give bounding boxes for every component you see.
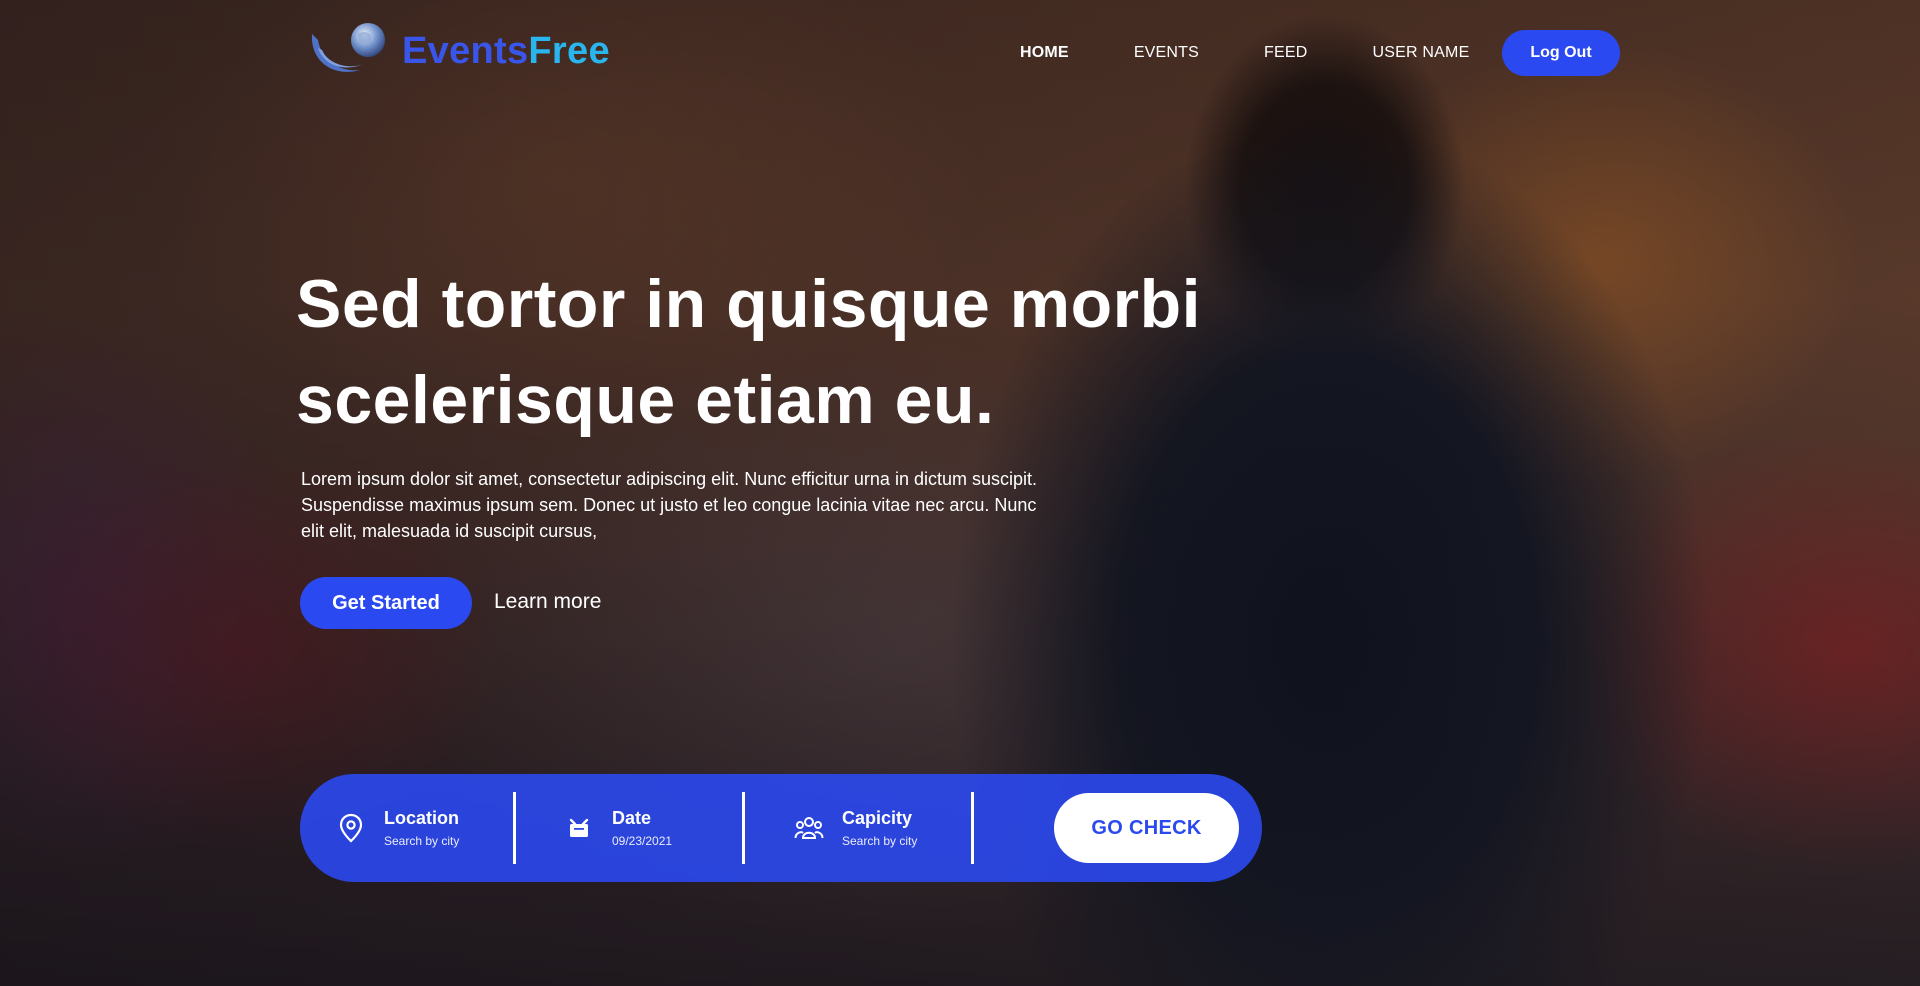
capacity-label: Capicity [842, 807, 913, 828]
hero-title-line-2: scelerisque etiam eu. [296, 362, 995, 438]
go-check-button[interactable]: GO CHECK [1054, 793, 1239, 863]
nav-home[interactable]: HOME [1020, 44, 1069, 62]
capacity-field[interactable]: Capicity Search by city [794, 774, 917, 882]
brand-logo[interactable]: EventsFree [308, 20, 610, 82]
search-divider [742, 792, 745, 864]
brand-name-part1: Events [402, 29, 529, 72]
date-label: Date [612, 807, 652, 828]
hero-title: Sed tortor in quisque morbi scelerisque … [296, 256, 1236, 448]
location-label: Location [384, 807, 459, 828]
location-field[interactable]: Location Search by city [336, 774, 459, 882]
people-group-icon [794, 813, 824, 843]
hero-description: Lorem ipsum dolor sit amet, consectetur … [301, 469, 1037, 541]
logout-button[interactable]: Log Out [1502, 30, 1620, 76]
learn-more-link[interactable]: Learn more [494, 590, 601, 614]
date-field[interactable]: Date 09/23/2021 [564, 774, 672, 882]
nav-user-name[interactable]: USER NAME [1373, 44, 1470, 62]
nav-events[interactable]: EVENTS [1134, 44, 1199, 62]
location-hint: Search by city [384, 833, 460, 848]
search-divider [971, 792, 974, 864]
hero-title-line-1: Sed tortor in quisque morbi [296, 266, 1202, 342]
brand-name: EventsFree [402, 30, 610, 73]
brand-name-part2: Free [528, 29, 610, 72]
calendar-icon [564, 813, 594, 843]
nav-feed[interactable]: FEED [1264, 44, 1307, 62]
date-value: 09/23/2021 [612, 833, 673, 848]
site-header: EventsFree HOME EVENTS FEED USER NAME Lo… [0, 0, 1920, 104]
location-pin-icon [336, 813, 366, 843]
globe-logo-icon [311, 23, 385, 72]
main-nav: HOME EVENTS FEED USER NAME [1020, 30, 1534, 76]
capacity-hint: Search by city [842, 833, 918, 848]
get-started-button[interactable]: Get Started [300, 577, 472, 629]
event-search-bar: Location Search by city Date 09/23/2021 … [300, 774, 1262, 882]
search-divider [513, 792, 516, 864]
